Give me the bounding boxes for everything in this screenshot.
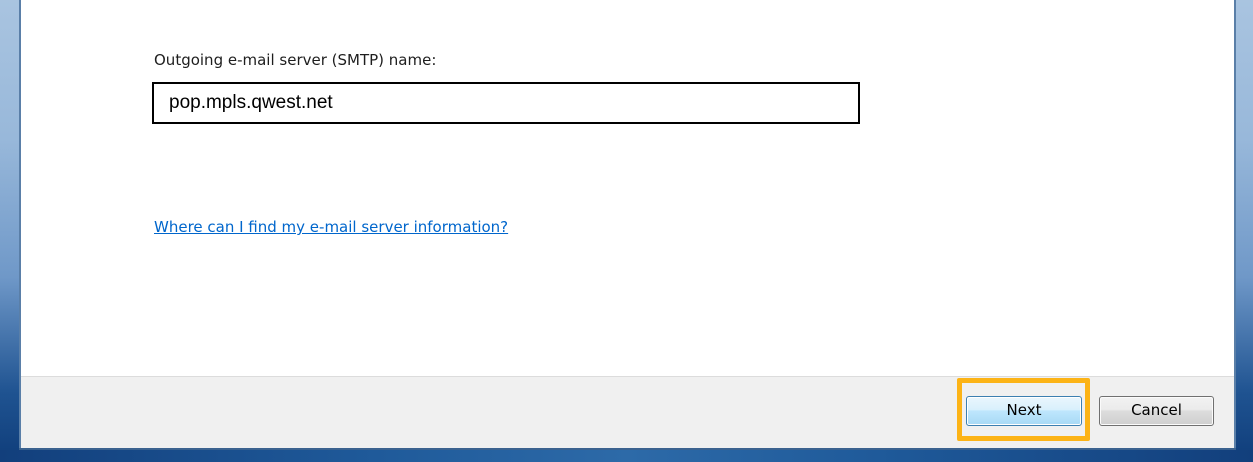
server-info-help-link[interactable]: Where can I find my e-mail server inform… (154, 218, 508, 236)
window-frame-bottom (0, 450, 1253, 462)
window-frame-right-edge (1234, 0, 1236, 462)
next-button[interactable]: Next (966, 396, 1082, 426)
smtp-server-input[interactable] (152, 82, 860, 124)
window-frame-left (0, 0, 21, 462)
smtp-server-label: Outgoing e-mail server (SMTP) name: (154, 51, 437, 69)
window-frame-right (1234, 0, 1253, 462)
cancel-button[interactable]: Cancel (1099, 396, 1214, 426)
